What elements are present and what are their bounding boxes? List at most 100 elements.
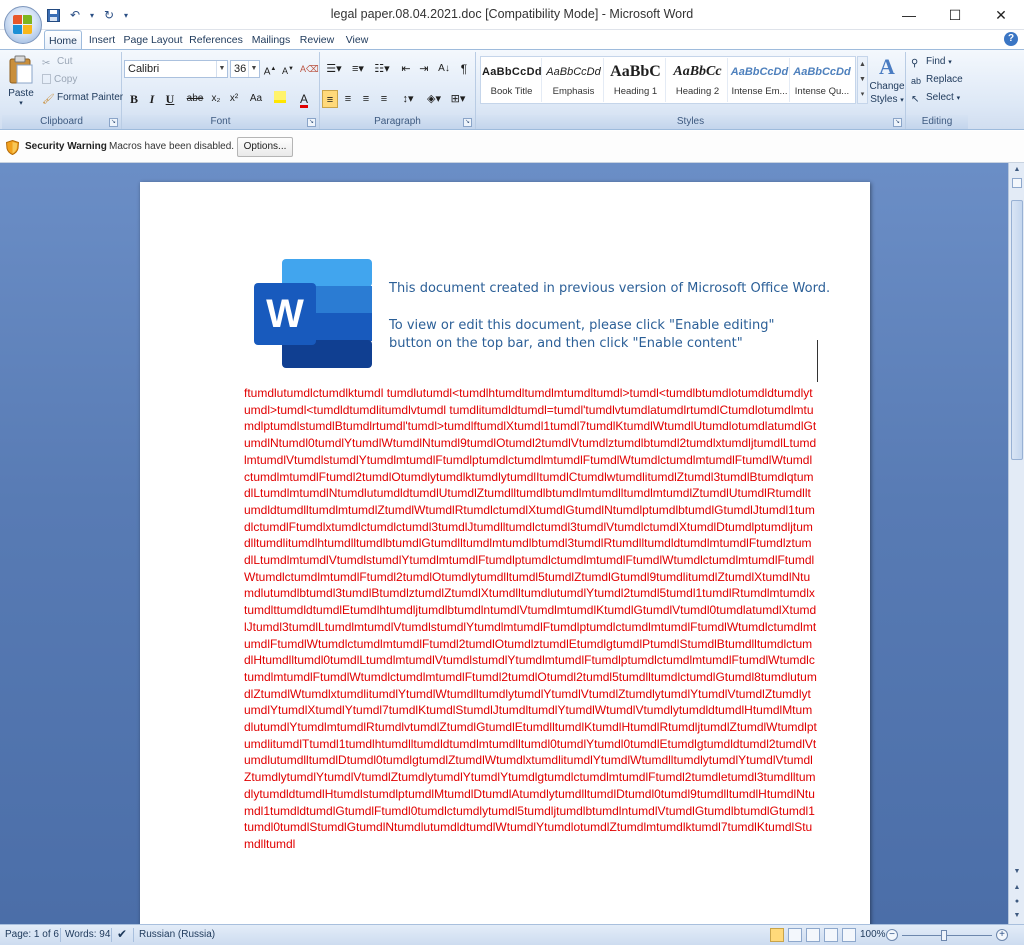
redo-icon[interactable]: ↻	[100, 7, 118, 23]
word-count[interactable]: Words: 94	[65, 929, 110, 940]
close-button[interactable]: ✕	[978, 0, 1024, 30]
save-icon[interactable]	[44, 7, 62, 23]
language-indicator[interactable]: Russian (Russia)	[139, 929, 215, 940]
italic-button[interactable]: I	[144, 90, 160, 108]
tab-home[interactable]: Home	[44, 30, 82, 50]
style-emphasis[interactable]: AaBbCcDd Emphasis	[544, 58, 604, 102]
increase-indent-button[interactable]: ⇥	[416, 60, 432, 78]
font-size-arrow-icon[interactable]: ▼	[248, 61, 259, 77]
font-color-button[interactable]: A	[296, 90, 312, 108]
strikethrough-button[interactable]: abe	[184, 90, 206, 108]
zoom-slider-track[interactable]	[902, 935, 992, 936]
font-name-value: Calibri	[128, 63, 160, 75]
tab-references[interactable]: References	[188, 30, 244, 50]
clear-formatting-button[interactable]: A⌫	[300, 60, 319, 78]
bold-button[interactable]: B	[126, 90, 142, 108]
underline-button[interactable]: U	[162, 90, 178, 108]
draft-view-icon[interactable]	[842, 928, 856, 942]
show-formatting-marks-button[interactable]: ¶	[456, 60, 472, 78]
decrease-indent-button[interactable]: ⇤	[398, 60, 414, 78]
highlight-color-button[interactable]	[272, 90, 288, 108]
vertical-scrollbar[interactable]: ▲ ▼ ▲ ● ▼	[1008, 163, 1024, 924]
find-button[interactable]: ⚲ Find ▾	[911, 56, 952, 70]
zoom-level[interactable]: 100%	[860, 929, 886, 940]
font-size-combo[interactable]: 36 ▼	[230, 60, 260, 78]
cursor-arrow-icon: ↖	[911, 94, 920, 105]
align-left-button[interactable]: ≡	[322, 90, 338, 108]
grow-font-button[interactable]: A▲	[262, 60, 278, 78]
shrink-font-button[interactable]: A▼	[280, 60, 296, 78]
full-screen-reading-view-icon[interactable]	[788, 928, 802, 942]
multilevel-list-button[interactable]: ☷▾	[372, 60, 392, 78]
tab-insert[interactable]: Insert	[84, 30, 120, 50]
browse-object-icon[interactable]: ●	[1011, 896, 1023, 908]
proofing-icon[interactable]: ✔	[117, 927, 127, 941]
styles-launcher-icon[interactable]: ↘	[893, 118, 902, 127]
style-book-title[interactable]: AaBbCcDd Book Title	[482, 58, 542, 102]
format-painter-button[interactable]: 🖌 Format Painter	[42, 92, 123, 106]
change-styles-icon: A	[879, 54, 895, 79]
subscript-button[interactable]: x₂	[208, 90, 224, 108]
print-layout-view-icon[interactable]	[770, 928, 784, 942]
minimize-button[interactable]: —	[886, 0, 932, 30]
sort-button[interactable]: A↓	[436, 60, 452, 78]
paste-button[interactable]: Paste ▾	[5, 54, 37, 112]
replace-label: Replace	[926, 74, 963, 85]
paragraph-launcher-icon[interactable]: ↘	[463, 118, 472, 127]
select-button[interactable]: ↖ Select ▾	[911, 92, 960, 106]
help-icon[interactable]: ?	[1004, 32, 1018, 46]
scroll-thumb[interactable]	[1011, 200, 1023, 460]
office-button[interactable]	[4, 6, 42, 44]
tab-page-layout[interactable]: Page Layout	[123, 30, 183, 50]
justify-button[interactable]: ≡	[376, 90, 392, 108]
ribbon: Paste ▾ ✂ Cut Copy 🖌 Format Painter Clipbo…	[0, 49, 1024, 130]
options-button[interactable]: Options...	[237, 137, 293, 157]
undo-icon[interactable]: ↶	[66, 7, 84, 23]
ruler-toggle-icon[interactable]	[1012, 178, 1022, 188]
font-launcher-icon[interactable]: ↘	[307, 118, 316, 127]
cut-button[interactable]: ✂ Cut	[42, 56, 73, 70]
outline-view-icon[interactable]	[824, 928, 838, 942]
superscript-button[interactable]: x²	[226, 90, 242, 108]
styles-gallery: AaBbCcDd Book Title AaBbCcDd Emphasis Aa…	[480, 56, 856, 104]
document-page[interactable]: W This document created in previous vers…	[140, 182, 870, 924]
replace-button[interactable]: ab Replace	[911, 74, 963, 88]
tab-view[interactable]: View	[341, 30, 373, 50]
copy-button[interactable]: Copy	[42, 74, 77, 85]
page-count[interactable]: Page: 1 of 6	[5, 929, 59, 940]
change-styles-button[interactable]: A Change Styles ▾	[868, 54, 906, 110]
zoom-in-icon[interactable]: +	[996, 929, 1008, 941]
maximize-button[interactable]: ☐	[932, 0, 978, 30]
zoom-out-icon[interactable]: −	[886, 929, 898, 941]
style-name: Intense Qu...	[794, 86, 850, 97]
style-name: Book Title	[490, 86, 533, 97]
borders-button[interactable]: ⊞▾	[448, 90, 468, 108]
tab-review[interactable]: Review	[298, 30, 336, 50]
align-right-button[interactable]: ≡	[358, 90, 374, 108]
font-name-arrow-icon[interactable]: ▼	[216, 61, 227, 77]
styles-gallery-scroll[interactable]: ▲ ▼ ▾	[857, 56, 868, 104]
web-layout-view-icon[interactable]	[806, 928, 820, 942]
change-case-button[interactable]: Aa	[246, 90, 266, 108]
shading-button[interactable]: ◈▾	[424, 90, 444, 108]
style-heading-1[interactable]: AaBbC Heading 1	[606, 58, 666, 102]
style-heading-2[interactable]: AaBbCc Heading 2	[668, 58, 728, 102]
editing-group: ⚲ Find ▾ ab Replace ↖ Select ▾ Editing	[906, 52, 968, 129]
style-intense-quote[interactable]: AaBbCcDd Intense Qu...	[792, 58, 852, 102]
font-name-combo[interactable]: Calibri ▼	[124, 60, 228, 78]
dropdown-arrow-icon[interactable]: ▾	[88, 7, 96, 23]
zoom-slider-thumb[interactable]	[941, 930, 947, 941]
numbering-button[interactable]: ≡▾	[348, 60, 368, 78]
scroll-down-arrow-icon[interactable]: ▼	[1011, 866, 1023, 878]
bullets-button[interactable]: ☰▾	[324, 60, 344, 78]
clipboard-launcher-icon[interactable]: ↘	[109, 118, 118, 127]
line-spacing-button[interactable]: ↕▾	[398, 90, 418, 108]
scroll-up-arrow-icon[interactable]: ▲	[1011, 164, 1023, 176]
tab-mailings[interactable]: Mailings	[249, 30, 293, 50]
previous-page-icon[interactable]: ▲	[1011, 882, 1023, 894]
align-center-button[interactable]: ≡	[340, 90, 356, 108]
customize-qat-icon[interactable]: ▾	[122, 7, 130, 23]
style-sample: AaBbCcDd	[546, 66, 601, 78]
next-page-icon[interactable]: ▼	[1011, 910, 1023, 922]
style-intense-emphasis[interactable]: AaBbCcDd Intense Em...	[730, 58, 790, 102]
